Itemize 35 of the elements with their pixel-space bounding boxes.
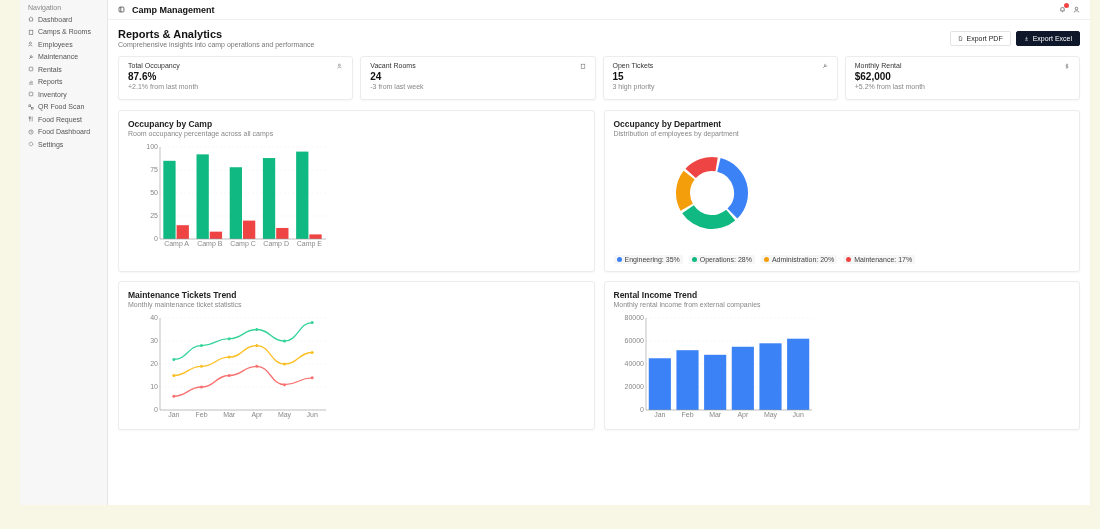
stat-value: $62,000 <box>854 71 892 82</box>
chart-title: Occupancy by Department <box>613 119 723 129</box>
page-title: Reports & Analytics <box>118 28 224 40</box>
chart-title: Maintenance Tickets Trend <box>128 290 238 300</box>
chart-title: Occupancy by Camp <box>128 119 214 129</box>
chart-title: Rental Income Trend <box>613 290 699 300</box>
wrench-icon <box>28 53 34 60</box>
bell-icon[interactable] <box>1059 6 1066 13</box>
sidebar-toggle-icon[interactable] <box>118 6 125 13</box>
stat-value: 87.6% <box>128 71 158 82</box>
fork-icon <box>28 116 34 123</box>
users-icon <box>28 41 34 48</box>
users-icon <box>337 62 344 69</box>
document-icon <box>957 35 963 41</box>
stat-value: 15 <box>612 71 625 82</box>
gear-icon <box>28 141 34 148</box>
bar <box>786 338 809 410</box>
dollar-icon <box>1064 62 1070 69</box>
qr-icon <box>28 103 34 110</box>
wrench-icon <box>821 62 828 69</box>
notification-dot <box>1064 3 1069 8</box>
download-icon <box>1023 35 1029 41</box>
building-icon <box>28 28 34 35</box>
bar <box>703 354 726 410</box>
chart-icon <box>28 78 34 85</box>
bar <box>731 346 754 410</box>
bar <box>758 343 782 410</box>
building-icon <box>579 62 586 69</box>
stat-value: 24 <box>370 71 383 82</box>
clock-icon <box>28 128 34 135</box>
home-icon <box>28 16 34 23</box>
bar <box>675 350 699 410</box>
user-icon[interactable] <box>1073 6 1080 13</box>
app-title: Camp Management <box>132 4 215 15</box>
bar <box>648 358 671 410</box>
